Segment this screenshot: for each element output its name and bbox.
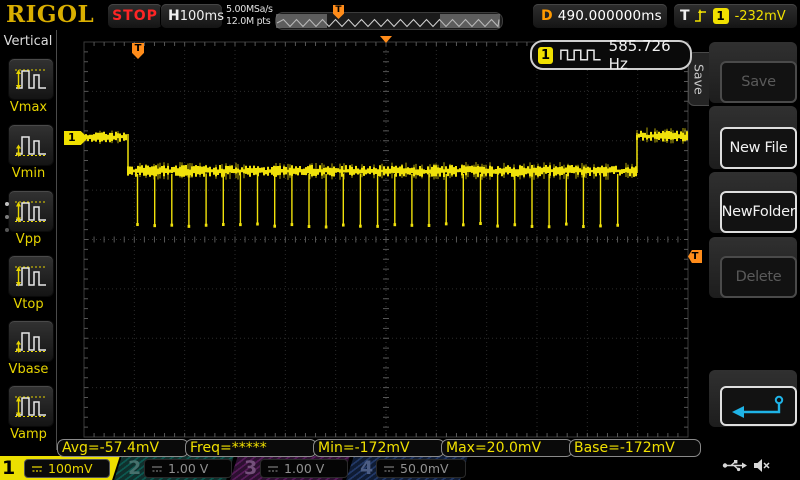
channel-1-status[interactable]: 1 100mV <box>0 456 120 480</box>
channel-1-number: 1 <box>1 457 16 479</box>
trigger-delay-chip: D 490.000000ms <box>533 4 667 28</box>
menu-label-vmin: Vmin <box>11 166 46 181</box>
horizontal-timebase-chip: H 100ms <box>161 4 224 28</box>
softkey-slot: NewFolder <box>709 172 797 233</box>
menu-item-vpp[interactable] <box>8 190 54 232</box>
coupling-dc-icon <box>268 465 278 472</box>
menu-item-vtop[interactable] <box>8 255 54 297</box>
scroll-indicator-dot <box>5 228 9 232</box>
channel-1-scale: 100mV <box>48 461 93 476</box>
channel-4-status[interactable]: 4 50.0mV <box>346 456 468 480</box>
run-state-label: STOP <box>112 8 158 24</box>
trigger-source-badge: 1 <box>712 8 729 24</box>
trigger-label: T <box>680 8 690 24</box>
memory-depth: 12.0M pts <box>226 15 271 27</box>
acquisition-info: 5.00MSa/s 12.0M pts <box>226 4 278 27</box>
menu-label-vpp: Vpp <box>15 232 42 247</box>
channel-status-bar: 1 100mV 2 1.00 V 3 1.00 V 4 50.0mV <box>0 456 800 480</box>
square-wave-icon <box>560 49 601 61</box>
measurement-min: Min=-172mV <box>313 439 445 457</box>
return-arrow-icon <box>731 395 783 418</box>
coupling-dc-icon <box>152 465 162 472</box>
softkey-slot: Save <box>709 42 797 103</box>
measurement-base: Base=-172mV <box>569 439 701 457</box>
trigger-status-chip: T 1 -232mV <box>674 4 797 28</box>
vtop-icon <box>15 266 47 287</box>
vmax-icon <box>15 69 47 90</box>
delete-button[interactable]: Delete <box>720 256 797 298</box>
vpp-icon <box>15 201 47 223</box>
trigger-level-tag: T <box>688 250 702 263</box>
scroll-indicator-dot <box>5 215 9 219</box>
channel-2-status[interactable]: 2 1.00 V <box>114 456 234 480</box>
measurement-avg: Avg=-57.4mV <box>57 439 189 457</box>
trigger-level-value: -232mV <box>734 8 786 24</box>
coupling-dc-icon <box>32 465 42 472</box>
channel-2-scale: 1.00 V <box>168 461 209 476</box>
counter-source-badge: 1 <box>538 46 554 64</box>
channel-1-scale-box: 100mV <box>23 459 110 478</box>
menu-label-vtop: Vtop <box>13 297 44 312</box>
counter-frequency-value: 585.726 Hz <box>608 37 671 73</box>
coupling-dc-icon <box>384 465 394 472</box>
channel-2-number: 2 <box>128 457 142 479</box>
delay-label: D <box>541 8 553 24</box>
channel-3-scale-box: 1.00 V <box>260 459 348 478</box>
channel-3-scale: 1.00 V <box>284 461 325 476</box>
scroll-indicator-dot <box>5 202 9 206</box>
vbase-icon <box>15 332 47 353</box>
menu-label-vamp: Vamp <box>10 427 47 442</box>
channel-3-status[interactable]: 3 1.00 V <box>230 456 350 480</box>
vamp-icon <box>15 396 47 418</box>
menu-item-vbase[interactable] <box>8 320 54 362</box>
new-folder-button[interactable]: NewFolder <box>720 191 797 233</box>
menu-label-vbase: Vbase <box>8 362 49 377</box>
measurement-max: Max=20.0mV <box>441 439 573 457</box>
channel-offset-marker: 1 <box>64 131 88 145</box>
sample-rate: 5.00MSa/s <box>226 4 273 15</box>
trigger-position-flag: T <box>132 43 144 59</box>
vmin-icon <box>15 136 47 157</box>
usb-icon <box>722 460 747 472</box>
speaker-muted-icon <box>754 459 770 472</box>
measurement-freq: Freq=***** <box>185 439 317 457</box>
trigger-delay-triangle <box>380 36 392 43</box>
softkey-slot <box>709 370 797 427</box>
menu-item-vmax[interactable] <box>8 58 54 100</box>
waveform-preview-bar[interactable] <box>275 12 503 30</box>
channel-3-number: 3 <box>244 457 258 479</box>
timebase-value: 100ms <box>179 8 224 24</box>
softkey-slot: New File <box>709 106 797 169</box>
horizontal-label: H <box>168 8 180 24</box>
top-status-bar: RIGOL STOP H 100ms 5.00MSa/s 12.0M pts T… <box>0 0 800 30</box>
save-button[interactable]: Save <box>720 61 797 103</box>
back-button[interactable] <box>720 386 797 426</box>
trigger-slope-icon <box>694 9 706 22</box>
delay-value: 490.000000ms <box>557 8 662 24</box>
rigol-logo: RIGOL <box>6 1 95 28</box>
channel-2-scale-box: 1.00 V <box>144 459 232 478</box>
softkey-slot: Delete <box>709 237 797 298</box>
channel-4-scale: 50.0mV <box>400 461 449 476</box>
channel-4-number: 4 <box>360 457 374 479</box>
menu-label-vmax: Vmax <box>9 100 48 115</box>
channel-4-scale-box: 50.0mV <box>376 459 466 478</box>
run-state-badge: STOP <box>108 4 162 28</box>
menu-item-vmin[interactable] <box>8 124 54 166</box>
new-file-button[interactable]: New File <box>720 127 797 169</box>
oscilloscope-screen: RIGOL STOP H 100ms 5.00MSa/s 12.0M pts T… <box>0 0 800 480</box>
menu-item-vamp[interactable] <box>8 385 54 427</box>
frequency-counter: 1 585.726 Hz <box>530 37 692 73</box>
left-menu-title: Vertical <box>3 34 53 49</box>
